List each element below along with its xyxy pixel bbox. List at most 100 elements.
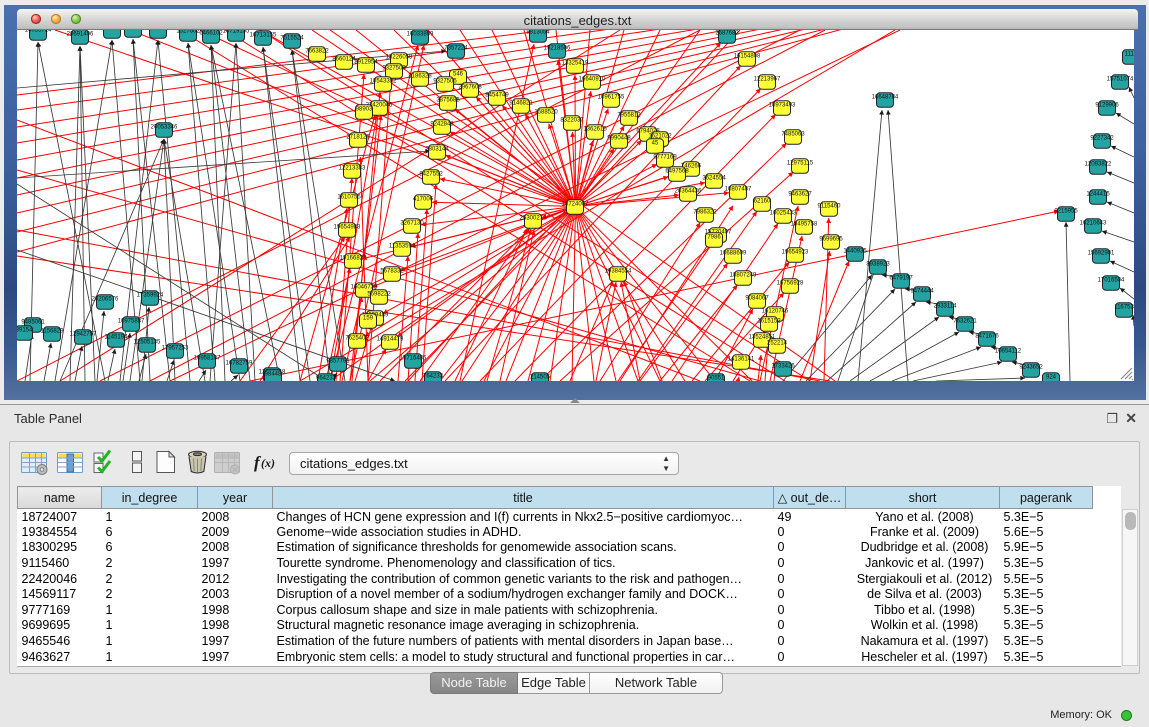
svg-text:16648784: 16648784: [872, 95, 899, 101]
svg-text:12213967: 12213967: [754, 77, 781, 83]
svg-text:13226058: 13226058: [386, 55, 413, 61]
svg-text:2687682: 2687682: [715, 31, 739, 37]
svg-text:5698222: 5698222: [367, 292, 391, 298]
svg-text:18495758: 18495758: [791, 222, 818, 228]
svg-text:19654923: 19654923: [782, 250, 809, 256]
svg-text:10961755: 10961755: [598, 95, 625, 101]
svg-text:8471676: 8471676: [975, 334, 999, 340]
svg-text:2967608: 2967608: [458, 85, 482, 91]
svg-text:12093822: 12093822: [1085, 162, 1112, 168]
svg-text:8660124: 8660124: [332, 57, 356, 63]
svg-text:20206576: 20206576: [92, 297, 119, 303]
svg-text:8912954: 8912954: [354, 60, 378, 66]
svg-text:1440935: 1440935: [843, 249, 867, 255]
svg-text:13325419: 13325419: [562, 61, 589, 67]
svg-text:19654983: 19654983: [334, 225, 361, 231]
svg-text:1145194: 1145194: [105, 335, 129, 341]
svg-text:9227342: 9227342: [1090, 136, 1114, 142]
svg-text:90551: 90551: [708, 376, 725, 382]
svg-text:16640910: 16640910: [579, 77, 606, 83]
svg-text:8186328: 8186328: [408, 74, 432, 80]
svg-text:1362615: 1362615: [583, 127, 607, 133]
svg-text:16033809: 16033809: [407, 32, 434, 38]
svg-text:8454749: 8454749: [485, 93, 509, 99]
svg-text:1527602: 1527602: [176, 30, 200, 35]
svg-text:7986: 7986: [707, 235, 721, 241]
svg-text:15751074: 15751074: [1107, 77, 1134, 83]
svg-text:7515524: 7515524: [280, 36, 304, 42]
svg-text:10719155: 10719155: [223, 30, 250, 35]
svg-text:39154: 39154: [17, 328, 33, 334]
svg-text:9129906: 9129906: [1095, 103, 1119, 109]
svg-text:17016504: 17016504: [1098, 278, 1125, 284]
svg-text:1615152: 1615152: [757, 319, 781, 325]
svg-text:10973493: 10973493: [769, 103, 796, 109]
svg-text:10543382: 10543382: [370, 79, 397, 85]
svg-text:16713155: 16713155: [250, 33, 277, 39]
svg-text:9699695: 9699695: [819, 237, 843, 243]
svg-text:9084067: 9084067: [745, 296, 769, 302]
svg-text:7625402: 7625402: [345, 336, 369, 342]
svg-text:3267130: 3267130: [400, 221, 424, 227]
svg-text:546: 546: [453, 72, 464, 78]
svg-text:9146821: 9146821: [509, 101, 533, 107]
svg-text:7955812: 7955812: [617, 113, 641, 119]
svg-text:7986322: 7986322: [693, 210, 717, 216]
svg-text:16782759: 16782759: [226, 361, 253, 367]
svg-text:9474444: 9474444: [910, 289, 934, 295]
svg-text:16756928: 16756928: [777, 281, 804, 287]
svg-text:14055724: 14055724: [25, 30, 52, 34]
svg-text:1244415: 1244415: [1086, 192, 1110, 198]
svg-text:16154808: 16154808: [734, 54, 761, 60]
svg-text:(x): (x): [261, 456, 275, 470]
svg-text:8427552: 8427552: [419, 172, 443, 178]
svg-text:20053346: 20053346: [151, 125, 178, 131]
svg-text:19218506: 19218506: [544, 46, 571, 52]
svg-text:1588520: 1588520: [534, 110, 558, 116]
svg-text:9463627: 9463627: [788, 192, 812, 198]
svg-text:18724007: 18724007: [562, 202, 589, 208]
svg-text:10958107: 10958107: [194, 356, 221, 362]
svg-text:1610755: 1610755: [337, 195, 361, 201]
svg-text:8938923: 8938923: [866, 262, 890, 268]
svg-text:9857791: 9857791: [326, 359, 350, 365]
svg-text:2718126: 2718126: [346, 135, 370, 141]
svg-text:9106412: 9106412: [121, 30, 145, 31]
svg-text:45: 45: [652, 141, 659, 147]
svg-text:10025433: 10025433: [770, 211, 797, 217]
svg-text:9485061: 9485061: [21, 320, 45, 326]
svg-text:14136141: 14136141: [728, 357, 755, 363]
svg-text:9990448: 9990448: [607, 136, 631, 142]
svg-text:214505: 214505: [530, 375, 551, 381]
svg-text:9327505: 9327505: [433, 79, 457, 85]
svg-text:116753: 116753: [1114, 305, 1134, 311]
svg-text:2803144: 2803144: [425, 147, 449, 153]
svg-text:924: 924: [1046, 375, 1057, 381]
svg-text:159: 159: [363, 316, 374, 322]
svg-text:7663822: 7663822: [305, 49, 329, 55]
svg-text:9777169: 9777169: [653, 155, 677, 161]
svg-text:10653267: 10653267: [145, 30, 172, 32]
svg-text:10807487: 10807487: [725, 187, 752, 193]
svg-text:14914479: 14914479: [377, 337, 404, 343]
svg-text:17957253: 17957253: [162, 346, 189, 352]
svg-text:16120746: 16120746: [762, 309, 789, 315]
svg-text:12975115: 12975115: [787, 161, 814, 167]
svg-text:7485063: 7485063: [781, 132, 805, 138]
svg-text:3875685: 3875685: [436, 98, 460, 104]
svg-text:10688609: 10688609: [720, 251, 747, 257]
svg-text:62160: 62160: [754, 199, 771, 205]
svg-text:1156829: 1156829: [41, 329, 65, 335]
svg-text:2933114: 2933114: [934, 304, 958, 310]
svg-text:12942757: 12942757: [70, 332, 97, 338]
svg-text:12505135: 12505135: [134, 340, 161, 346]
svg-text:3624554: 3624554: [702, 176, 726, 182]
svg-text:1112: 1112: [1125, 52, 1134, 58]
svg-text:19166825: 19166825: [340, 256, 367, 262]
svg-text:10975887: 10975887: [118, 319, 145, 325]
svg-text:20691406: 20691406: [67, 32, 94, 38]
svg-text:12213383: 12213383: [339, 166, 366, 172]
svg-text:15716485: 15716485: [400, 356, 427, 362]
svg-text:7632621: 7632621: [953, 319, 977, 325]
svg-text:1733426: 1733426: [771, 364, 795, 370]
